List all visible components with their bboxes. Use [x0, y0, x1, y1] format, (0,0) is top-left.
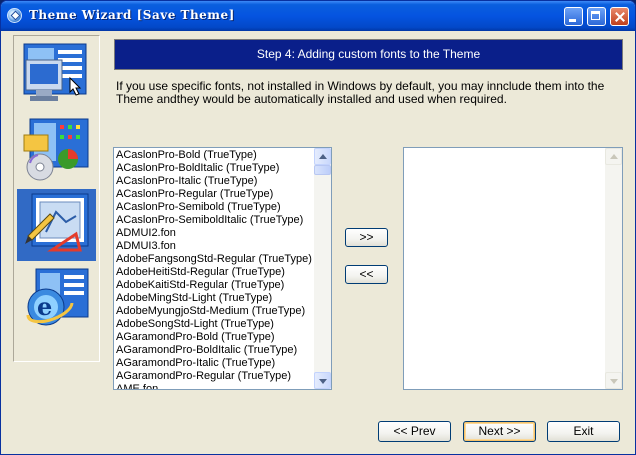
font-list-item[interactable]: AGaramondPro-Regular (TrueType): [116, 370, 314, 383]
add-font-button[interactable]: >>: [345, 228, 388, 247]
step-description: If you use specific fonts, not installed…: [116, 79, 605, 106]
close-button[interactable]: [610, 7, 629, 26]
font-list-item[interactable]: ACaslonPro-SemiboldItalic (TrueType): [116, 214, 314, 227]
theme-components-icon: [23, 118, 89, 181]
font-list-item[interactable]: ADMUI3.fon: [116, 240, 314, 253]
scroll-thumb[interactable]: [314, 165, 331, 175]
font-list-item[interactable]: ACaslonPro-BoldItalic (TrueType): [116, 162, 314, 175]
font-list-item[interactable]: AdobeMyungjoStd-Medium (TrueType): [116, 305, 314, 318]
font-list-item[interactable]: AGaramondPro-BoldItalic (TrueType): [116, 344, 314, 357]
maximize-button[interactable]: [587, 7, 606, 26]
exit-button[interactable]: Exit: [547, 421, 620, 442]
internet-explorer-icon: e: [26, 268, 89, 326]
app-icon: [7, 8, 22, 23]
scroll-up-arrow-icon[interactable]: [314, 148, 331, 165]
prev-button[interactable]: << Prev: [378, 421, 451, 442]
font-list-item[interactable]: ACaslonPro-Bold (TrueType): [116, 149, 314, 162]
font-list-item[interactable]: AME.fon: [116, 383, 314, 389]
scroll-down-arrow-icon[interactable]: [314, 372, 331, 389]
scroll-down-arrow-icon: [605, 372, 622, 389]
font-list-item[interactable]: AdobeFangsongStd-Regular (TrueType): [116, 253, 314, 266]
step-2-item[interactable]: [17, 114, 96, 186]
available-fonts-list[interactable]: ACaslonPro-Bold (TrueType) ACaslonPro-Bol…: [113, 147, 332, 390]
svg-text:e: e: [37, 292, 52, 321]
fonts-drawing-icon: [25, 193, 89, 252]
font-list-item[interactable]: AdobeKaitiStd-Regular (TrueType): [116, 279, 314, 292]
font-list-item[interactable]: AdobeSongStd-Light (TrueType): [116, 318, 314, 331]
step-3-item[interactable]: [17, 189, 96, 261]
available-fonts-scrollbar[interactable]: [314, 148, 331, 389]
font-list-item[interactable]: AdobeMingStd-Light (TrueType): [116, 292, 314, 305]
font-list-item[interactable]: ACaslonPro-Semibold (TrueType): [116, 201, 314, 214]
step-1-item[interactable]: [17, 39, 96, 111]
font-list-item[interactable]: AdobeHeitiStd-Regular (TrueType): [116, 266, 314, 279]
next-button[interactable]: Next >>: [463, 421, 536, 442]
selected-fonts-scrollbar: [605, 148, 622, 389]
remove-font-button[interactable]: <<: [345, 265, 388, 284]
scroll-up-arrow-icon: [605, 148, 622, 165]
font-list-item[interactable]: ADMUI2.fon: [116, 227, 314, 240]
window-title: Theme Wizard [Save Theme]: [29, 8, 235, 22]
selected-fonts-list[interactable]: [403, 147, 623, 390]
step-4-item[interactable]: e: [17, 264, 96, 336]
minimize-button[interactable]: [564, 7, 583, 26]
font-list-item[interactable]: AGaramondPro-Bold (TrueType): [116, 331, 314, 344]
font-list-item[interactable]: AGaramondPro-Italic (TrueType): [116, 357, 314, 370]
monitor-settings-icon: [23, 43, 87, 101]
title-bar[interactable]: Theme Wizard [Save Theme]: [1, 1, 635, 31]
available-fonts-items: ACaslonPro-Bold (TrueType) ACaslonPro-Bol…: [116, 149, 314, 389]
step-title-banner: Step 4: Adding custom fonts to the Theme: [114, 39, 623, 70]
font-list-item[interactable]: ACaslonPro-Italic (TrueType): [116, 175, 314, 188]
font-list-item[interactable]: ACaslonPro-Regular (TrueType): [116, 188, 314, 201]
wizard-steps-panel: e: [13, 35, 100, 362]
theme-wizard-window: Theme Wizard [Save Theme] e Step 4: Addi…: [0, 0, 636, 455]
